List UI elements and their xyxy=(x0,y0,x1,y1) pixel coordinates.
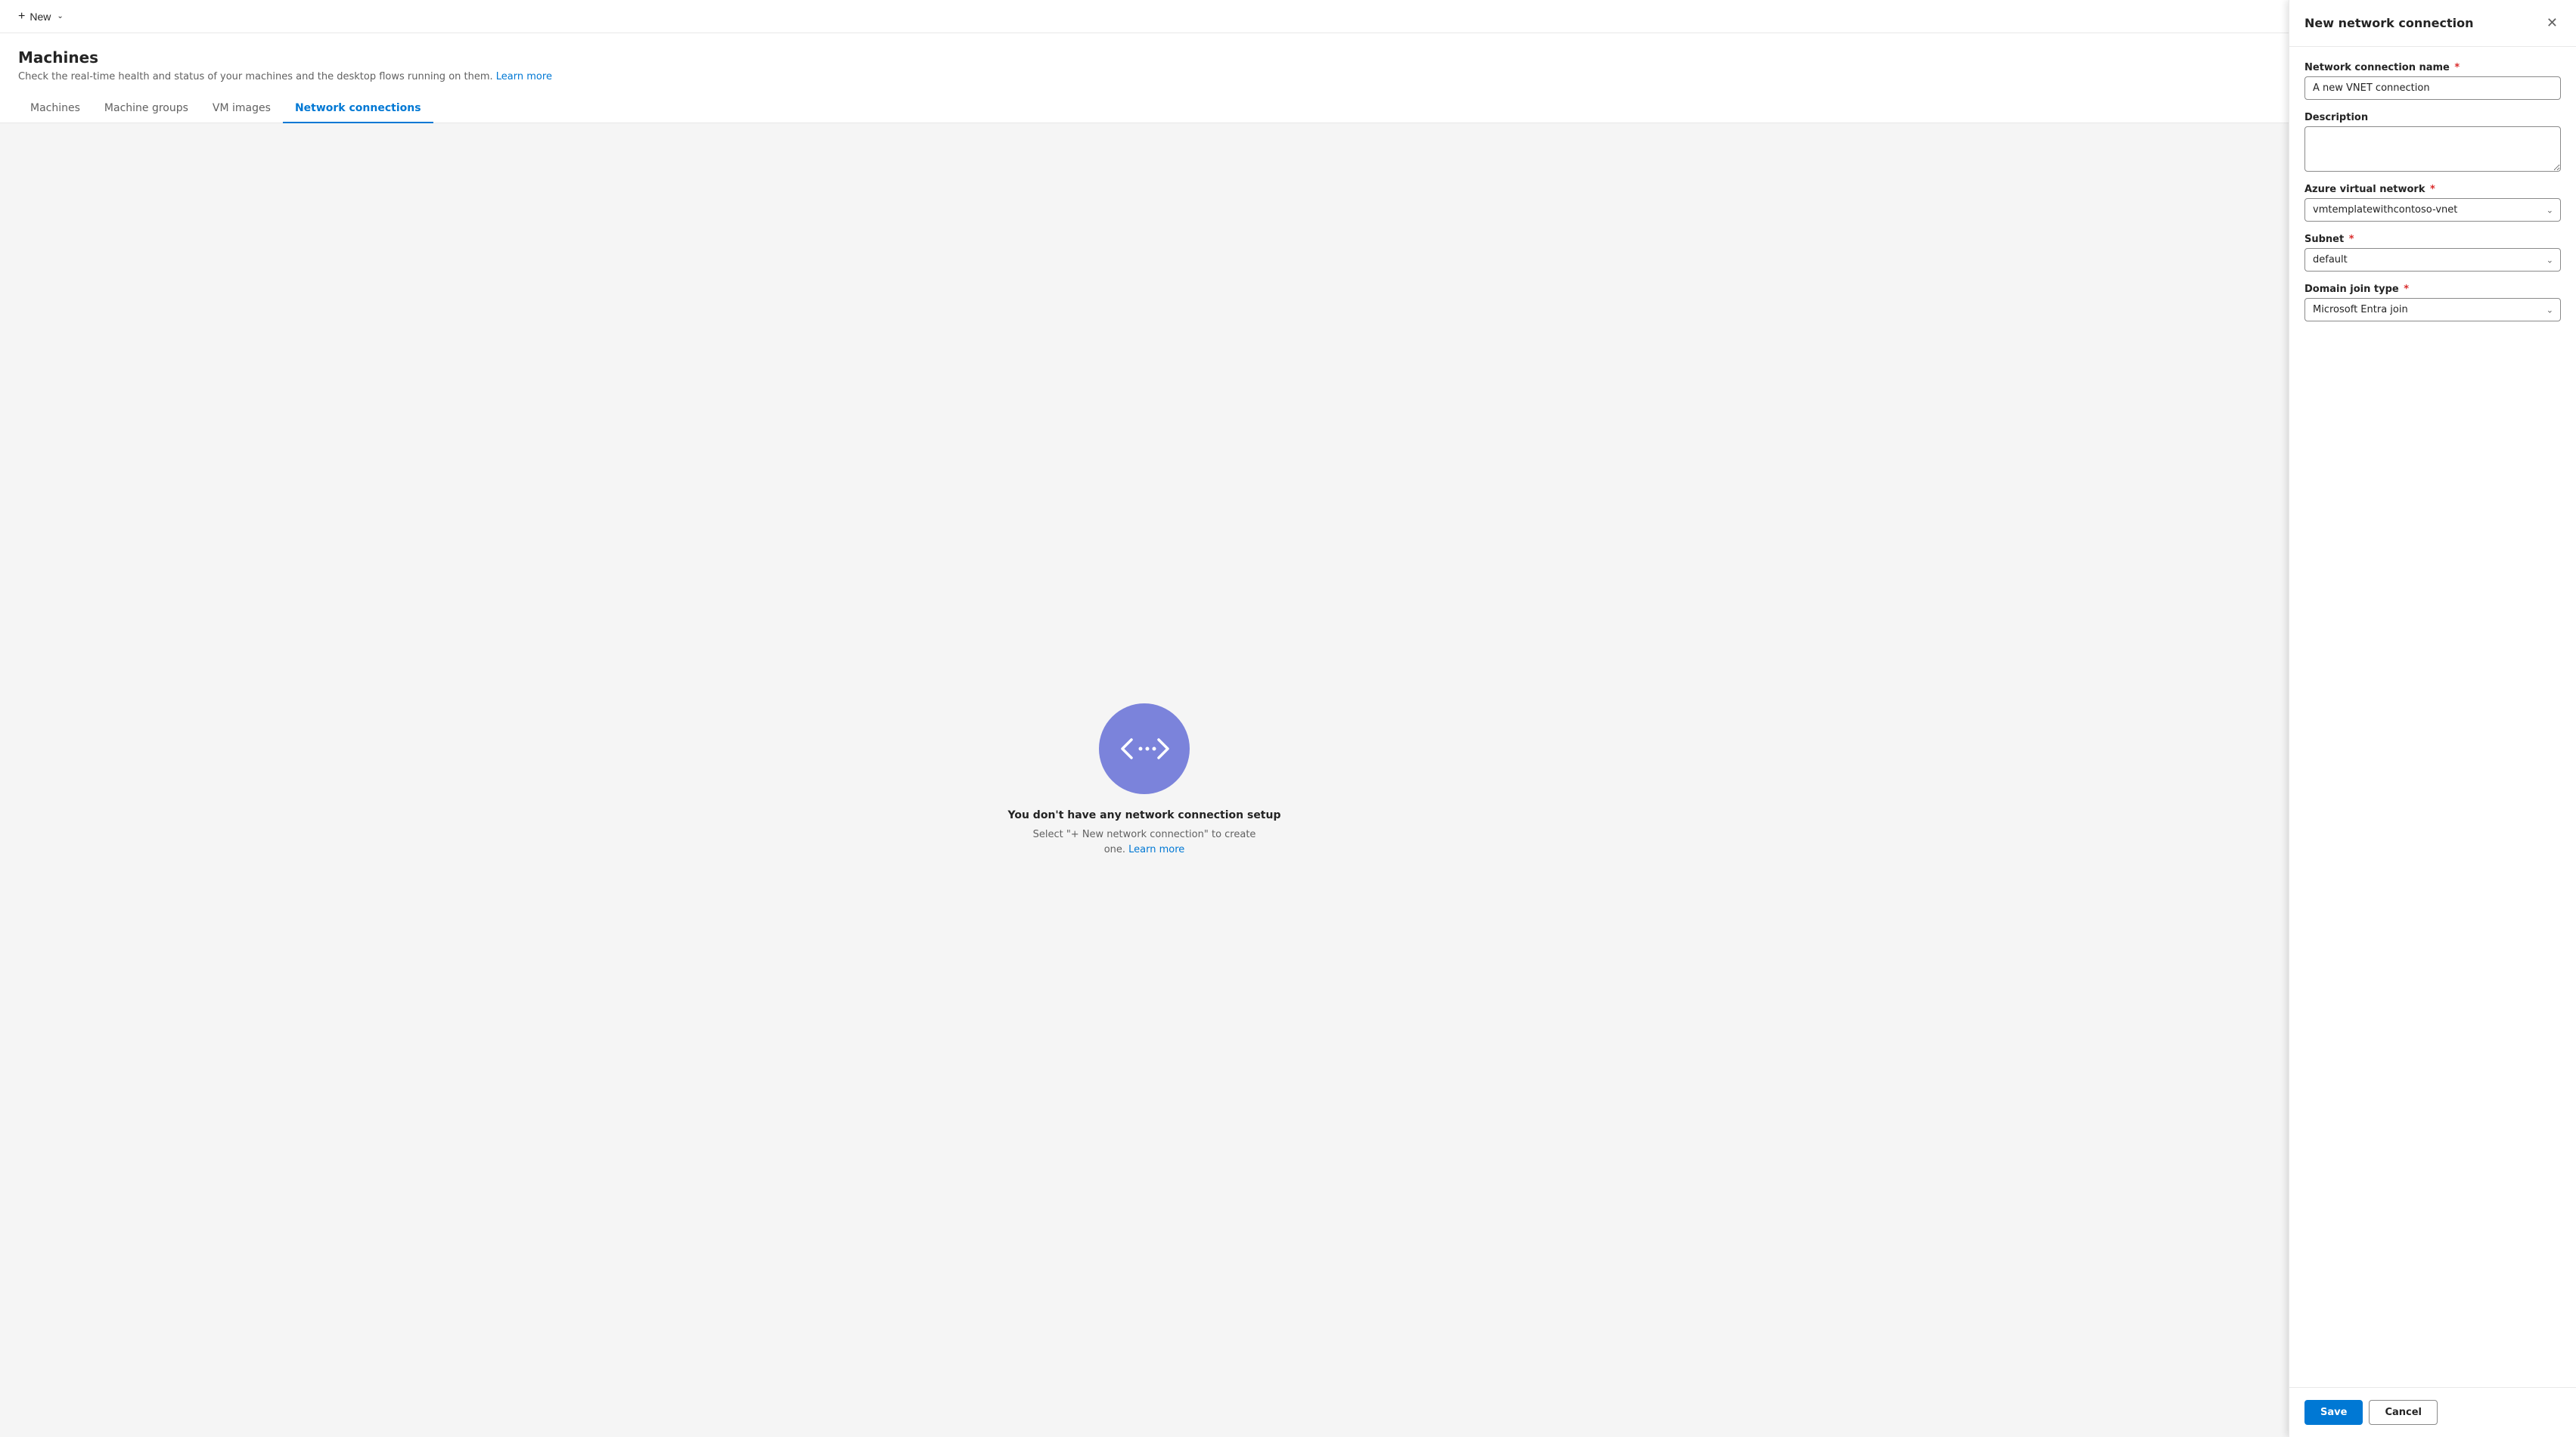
connection-name-required: * xyxy=(2451,62,2460,73)
panel-footer: Save Cancel xyxy=(2289,1387,2576,1437)
empty-state-title: You don't have any network connection se… xyxy=(1008,809,1281,821)
subnet-field: Subnet * default ⌄ xyxy=(2304,234,2561,272)
description-input[interactable] xyxy=(2304,126,2561,172)
new-button-label: New xyxy=(29,11,51,23)
empty-state-icon xyxy=(1099,703,1190,794)
domain-join-select-wrapper: Microsoft Entra join ⌄ xyxy=(2304,298,2561,321)
learn-more-link[interactable]: Learn more xyxy=(496,71,552,82)
side-panel: New network connection ✕ Network connect… xyxy=(2289,0,2576,1437)
plus-icon: + xyxy=(18,10,25,23)
subnet-select-wrapper: default ⌄ xyxy=(2304,248,2561,272)
domain-join-type-select[interactable]: Microsoft Entra join xyxy=(2304,298,2561,321)
page-description: Check the real-time health and status of… xyxy=(18,71,2270,82)
new-button[interactable]: + New ⌄ xyxy=(12,5,70,28)
azure-vnet-required: * xyxy=(2427,184,2435,195)
subnet-select[interactable]: default xyxy=(2304,248,2561,272)
description-field: Description xyxy=(2304,112,2561,172)
tabs-container: Machines Machine groups VM images Networ… xyxy=(0,95,2289,123)
top-bar: + New ⌄ xyxy=(0,0,2289,33)
description-label: Description xyxy=(2304,112,2561,123)
domain-join-required: * xyxy=(2401,284,2409,295)
panel-title: New network connection xyxy=(2304,16,2473,30)
empty-state-description: Select "+ New network connection" to cre… xyxy=(1023,827,1265,857)
empty-state-learn-more-link[interactable]: Learn more xyxy=(1128,844,1184,855)
save-button[interactable]: Save xyxy=(2304,1400,2363,1425)
domain-join-type-field: Domain join type * Microsoft Entra join … xyxy=(2304,284,2561,321)
subnet-label: Subnet * xyxy=(2304,234,2561,245)
tab-machines[interactable]: Machines xyxy=(18,95,92,123)
azure-vnet-label: Azure virtual network * xyxy=(2304,184,2561,195)
chevron-down-icon: ⌄ xyxy=(57,12,63,20)
tab-vm-images[interactable]: VM images xyxy=(200,95,283,123)
close-panel-button[interactable]: ✕ xyxy=(2543,12,2561,34)
page-header: Machines Check the real-time health and … xyxy=(0,33,2289,95)
page-title: Machines xyxy=(18,48,2270,67)
domain-join-type-label: Domain join type * xyxy=(2304,284,2561,295)
subnet-required: * xyxy=(2345,234,2354,245)
cancel-button[interactable]: Cancel xyxy=(2369,1400,2438,1425)
tab-network-connections[interactable]: Network connections xyxy=(283,95,433,123)
connection-name-input[interactable] xyxy=(2304,76,2561,100)
azure-vnet-field: Azure virtual network * vmtemplatewithco… xyxy=(2304,184,2561,222)
azure-vnet-select-wrapper: vmtemplatewithcontoso-vnet ⌄ xyxy=(2304,198,2561,222)
connection-name-field: Network connection name * xyxy=(2304,62,2561,100)
azure-vnet-select[interactable]: vmtemplatewithcontoso-vnet xyxy=(2304,198,2561,222)
panel-header: New network connection ✕ xyxy=(2289,0,2576,47)
panel-body: Network connection name * Description Az… xyxy=(2289,47,2576,1387)
connection-name-label: Network connection name * xyxy=(2304,62,2561,73)
empty-state: You don't have any network connection se… xyxy=(0,123,2289,1437)
tab-machine-groups[interactable]: Machine groups xyxy=(92,95,200,123)
